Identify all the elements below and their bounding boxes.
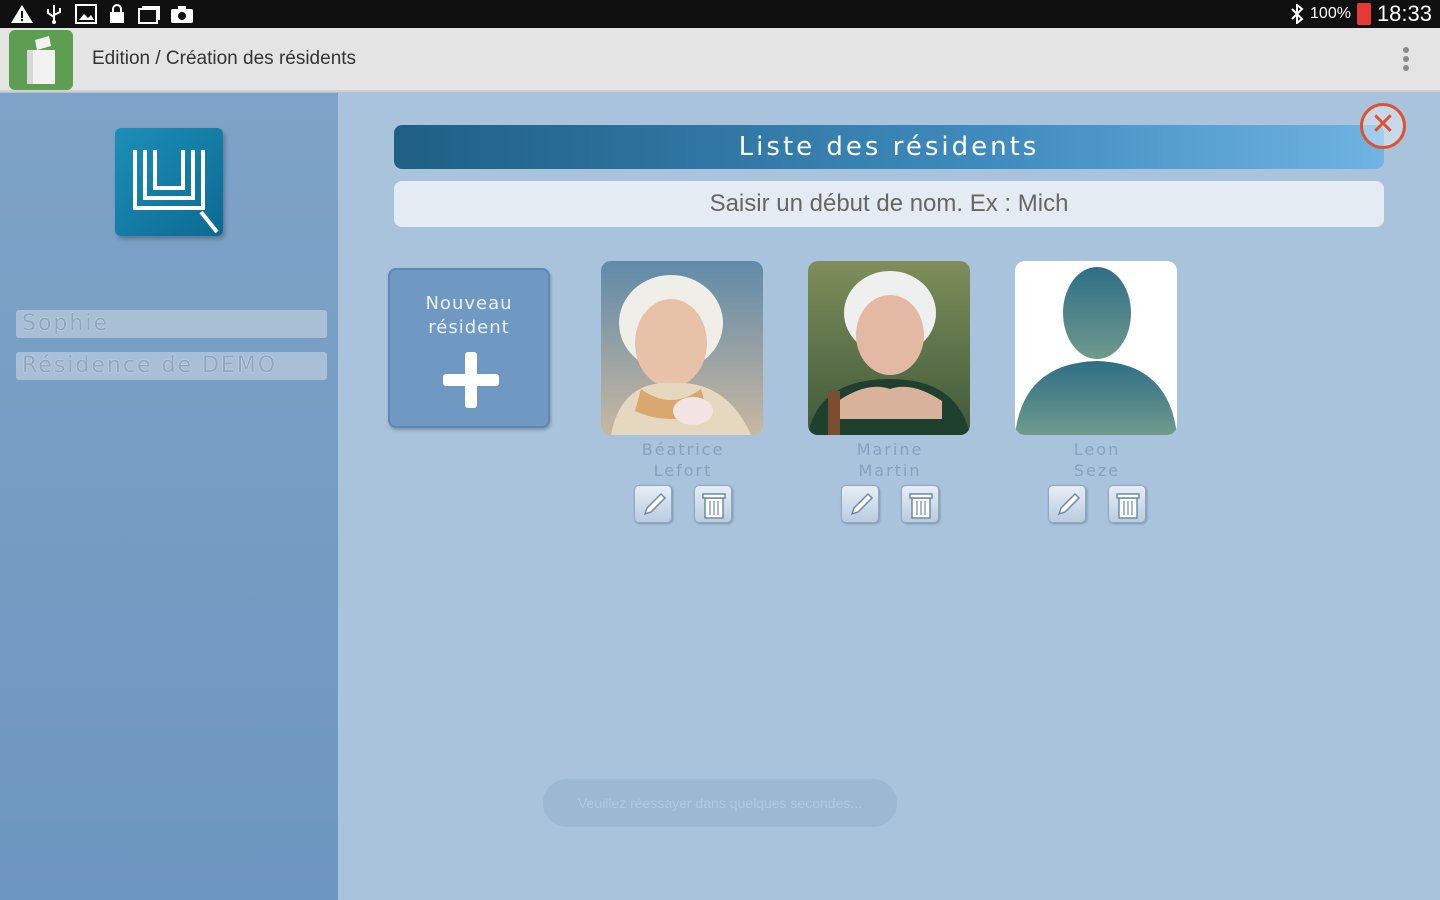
camera-icon xyxy=(171,6,193,23)
app-logo-icon xyxy=(115,128,223,236)
resident-photo[interactable] xyxy=(601,261,763,435)
resident-last-name: Martin xyxy=(858,461,922,480)
resident-name: Leon Seze xyxy=(1015,439,1179,481)
resident-card: Leon Seze xyxy=(1015,261,1179,523)
resident-card: Béatrice Lefort xyxy=(601,261,765,523)
list-title: Liste des résidents xyxy=(394,125,1384,169)
lock-icon xyxy=(110,4,124,23)
resident-card: Marine Martin xyxy=(808,261,972,523)
main-panel: Liste des résidents ✕ Nouveau résident B… xyxy=(338,93,1440,900)
new-resident-label: Nouveau résident xyxy=(425,293,513,338)
pencil-icon xyxy=(1057,492,1081,516)
default-avatar-icon[interactable] xyxy=(1015,261,1177,435)
close-icon[interactable]: ✕ xyxy=(1360,103,1406,149)
resident-name: Marine Martin xyxy=(808,439,972,481)
residence-field[interactable]: Résidence de DEMO xyxy=(16,352,327,380)
warning-icon xyxy=(11,5,33,23)
action-bar: Edition / Création des résidents xyxy=(0,28,1440,92)
trash-icon xyxy=(702,493,726,519)
search-input[interactable] xyxy=(394,181,1384,227)
status-bar: 100% 18:33 xyxy=(0,0,1440,28)
clock: 18:33 xyxy=(1376,1,1432,26)
book-icon xyxy=(27,36,55,84)
page-title: Edition / Création des résidents xyxy=(92,48,357,69)
battery-percent: 100% xyxy=(1310,5,1351,22)
edit-button[interactable] xyxy=(634,485,672,523)
resident-first-name: Leon xyxy=(1073,440,1121,459)
delete-button[interactable] xyxy=(694,485,732,523)
usb-icon xyxy=(47,5,61,24)
pencil-icon xyxy=(850,492,874,516)
resident-first-name: Marine xyxy=(856,440,924,459)
resident-name: Béatrice Lefort xyxy=(601,439,765,481)
resident-first-name: Béatrice xyxy=(641,440,725,459)
delete-button[interactable] xyxy=(901,485,939,523)
overflow-menu-icon[interactable] xyxy=(1396,44,1416,76)
photo-stack-icon xyxy=(138,6,160,24)
edit-button[interactable] xyxy=(841,485,879,523)
user-name-field[interactable]: Sophie xyxy=(16,310,327,338)
trash-icon xyxy=(1116,493,1140,519)
resident-last-name: Lefort xyxy=(653,461,713,480)
pencil-icon xyxy=(643,492,667,516)
bluetooth-icon xyxy=(1291,4,1304,24)
app-icon[interactable] xyxy=(9,30,73,90)
new-resident-button[interactable]: Nouveau résident xyxy=(388,268,550,428)
edit-button[interactable] xyxy=(1048,485,1086,523)
delete-button[interactable] xyxy=(1108,485,1146,523)
toast-message: Veuillez réessayer dans quelques seconde… xyxy=(543,779,897,827)
battery-icon xyxy=(1356,3,1371,25)
image-icon xyxy=(75,4,97,24)
resident-last-name: Seze xyxy=(1073,461,1121,480)
plus-icon xyxy=(443,352,499,408)
sidebar: Sophie Résidence de DEMO xyxy=(0,93,338,900)
trash-icon xyxy=(909,493,933,519)
resident-photo[interactable] xyxy=(808,261,970,435)
